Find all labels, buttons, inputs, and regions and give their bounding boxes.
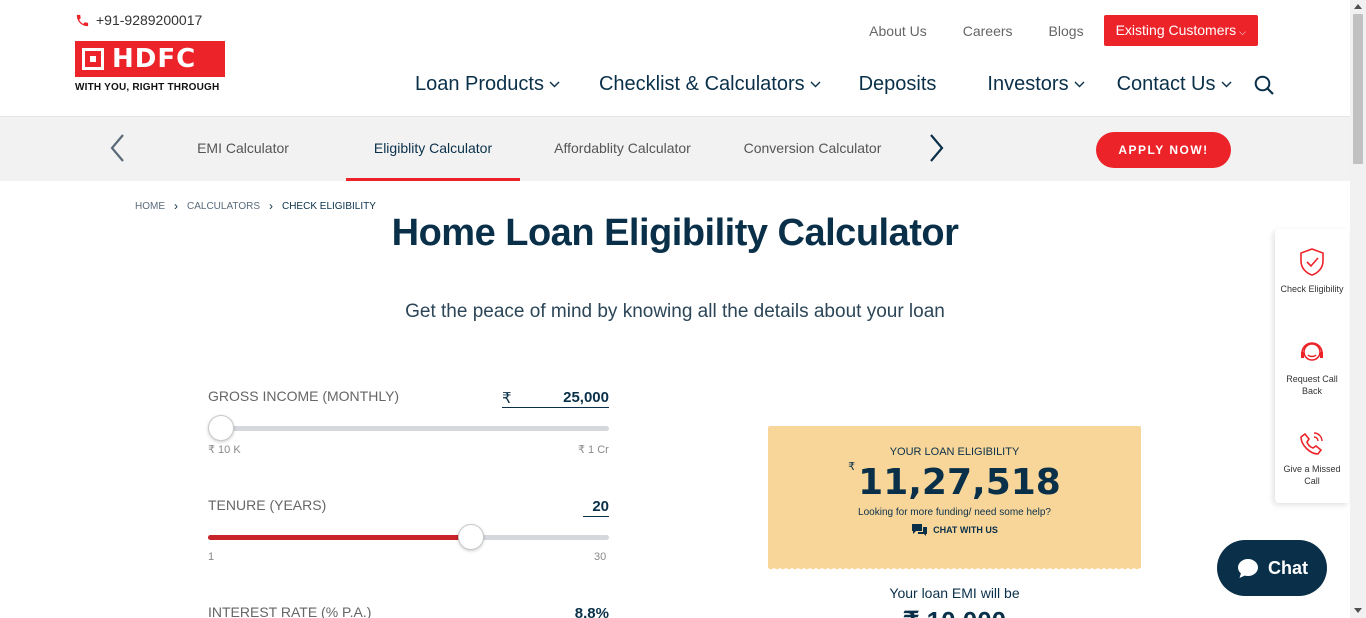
breadcrumb: HOME › CALCULATORS › CHECK ELIGIBILITY xyxy=(135,199,376,213)
emi-label: Your loan EMI will be xyxy=(889,585,1020,601)
nav-investors[interactable]: Investors xyxy=(987,73,1085,96)
tenure-label: TENURE (YEARS) xyxy=(208,497,327,513)
existing-customers-button[interactable]: Existing Customers ⌵ xyxy=(1103,15,1258,46)
logo-text: HDFC xyxy=(112,44,197,74)
about-us-link[interactable]: About Us xyxy=(869,23,927,39)
chevron-down-icon xyxy=(1221,81,1232,88)
nav-label: Deposits xyxy=(858,73,937,95)
top-links: About Us Careers Blogs Existing Customer… xyxy=(869,15,1258,46)
interest-label: INTEREST RATE (% P.A.) xyxy=(208,604,372,618)
phone-ring-icon xyxy=(1300,432,1323,455)
tab-affordability-calculator[interactable]: Affordablity Calculator xyxy=(545,117,700,181)
nav-loan-products[interactable]: Loan Products xyxy=(415,73,560,96)
tab-eligibility-calculator[interactable]: Eligiblity Calculator xyxy=(346,117,520,181)
chat-button-label: Chat xyxy=(1268,557,1308,578)
quick-actions-panel: Check Eligibility Request Call Back Give… xyxy=(1275,229,1349,503)
chat-with-us-label: CHAT WITH US xyxy=(933,525,998,535)
loan-eligibility-card: YOUR LOAN ELIGIBILITY ₹11,27,518 Looking… xyxy=(768,426,1141,572)
apply-now-button[interactable]: APPLY NOW! xyxy=(1096,132,1231,168)
missed-call-action[interactable]: Give a Missed Call xyxy=(1275,429,1349,487)
income-value: 25,000 xyxy=(563,389,609,406)
nav-checklist-calculators[interactable]: Checklist & Calculators xyxy=(599,73,821,96)
income-label: GROSS INCOME (MONTHLY) xyxy=(208,388,400,404)
tenure-slider-track[interactable] xyxy=(208,535,609,540)
phone-number: +91-9289200017 xyxy=(96,12,203,28)
logo-mark-icon xyxy=(82,48,104,70)
chat-bubble-icon xyxy=(1238,559,1258,578)
nav-label: Investors xyxy=(987,73,1069,95)
tenure-max-label: 30 xyxy=(594,551,607,563)
chat-with-us-link[interactable]: CHAT WITH US xyxy=(768,523,1141,537)
site-header: +91-9289200017 HDFC WITH YOU, RIGHT THRO… xyxy=(0,0,1350,117)
tenure-input[interactable]: 20 xyxy=(583,498,609,517)
interest-input[interactable]: 8.8% xyxy=(570,605,609,618)
chevron-right-icon: › xyxy=(174,199,178,213)
nav-deposits[interactable]: Deposits xyxy=(859,73,937,96)
card-zigzag-edge xyxy=(768,566,1141,572)
page-title: Home Loan Eligibility Calculator xyxy=(391,212,959,254)
tab-emi-calculator[interactable]: EMI Calculator xyxy=(172,117,314,181)
page-subtitle: Get the peace of mind by knowing all the… xyxy=(405,301,945,322)
logo-tagline: WITH YOU, RIGHT THROUGH xyxy=(75,82,220,93)
check-eligibility-label: Check Eligibility xyxy=(1280,284,1344,294)
income-min-label: ₹ 10 K xyxy=(208,444,241,456)
chevron-down-icon xyxy=(810,81,821,88)
existing-customers-label: Existing Customers xyxy=(1115,22,1237,38)
calculator-subnav: EMI Calculator Eligiblity Calculator Aff… xyxy=(0,117,1350,181)
funding-help-text: Looking for more funding/ need some help… xyxy=(858,507,1051,518)
tenure-min-label: 1 xyxy=(208,551,215,563)
eligibility-label: YOUR LOAN ELIGIBILITY xyxy=(889,446,1020,458)
phone-icon xyxy=(76,14,89,26)
hdfc-logo[interactable]: HDFC xyxy=(75,41,225,77)
income-max-label: ₹ 1 Cr xyxy=(578,444,609,456)
phone-link[interactable]: +91-9289200017 xyxy=(75,12,202,28)
tenure-slider-fill xyxy=(208,535,471,540)
chevron-right-icon: › xyxy=(268,199,273,213)
rupee-icon: ₹ xyxy=(502,390,512,407)
nav-label: Checklist & Calculators xyxy=(598,73,805,95)
chevron-down-icon xyxy=(1074,81,1085,88)
shield-check-icon xyxy=(1300,248,1324,276)
chevron-left-icon[interactable] xyxy=(108,133,128,163)
chat-bubble-icon xyxy=(912,524,928,536)
breadcrumb-calculators[interactable]: CALCULATORS xyxy=(187,201,260,212)
rupee-icon: ₹ xyxy=(848,460,856,473)
scrollbar-thumb[interactable] xyxy=(1353,14,1363,164)
chat-button[interactable]: Chat xyxy=(1217,540,1327,596)
scroll-down-arrow-icon[interactable] xyxy=(1354,608,1362,613)
page-scrollbar[interactable] xyxy=(1350,0,1366,618)
headset-agent-icon xyxy=(1301,342,1323,361)
eligibility-amount: ₹11,27,518 xyxy=(768,460,1141,503)
search-icon[interactable] xyxy=(1254,75,1274,95)
nav-label: Loan Products xyxy=(415,73,544,95)
missed-call-label: Give a Missed Call xyxy=(1283,464,1341,486)
careers-link[interactable]: Careers xyxy=(963,23,1013,39)
tenure-slider-handle[interactable] xyxy=(458,524,484,550)
blogs-link[interactable]: Blogs xyxy=(1049,23,1084,39)
eligibility-value: 11,27,518 xyxy=(858,462,1061,503)
chevron-down-icon: ⌵ xyxy=(1239,27,1246,37)
breadcrumb-current: CHECK ELIGIBILITY xyxy=(281,200,376,212)
breadcrumb-home[interactable]: HOME xyxy=(135,201,165,212)
request-call-back-label: Request Call Back xyxy=(1286,374,1338,396)
chevron-right-icon[interactable] xyxy=(926,133,946,163)
emi-value: ₹ 10,000 xyxy=(768,606,1141,618)
request-call-back-action[interactable]: Request Call Back xyxy=(1275,339,1349,397)
main-nav: Loan Products Checklist & Calculators De… xyxy=(415,73,1232,96)
scroll-up-arrow-icon[interactable] xyxy=(1354,4,1362,9)
check-eligibility-action[interactable]: Check Eligibility xyxy=(1275,247,1349,295)
nav-label: Contact Us xyxy=(1116,73,1216,95)
nav-contact-us[interactable]: Contact Us xyxy=(1117,73,1232,96)
income-slider-handle[interactable] xyxy=(208,415,234,441)
tab-conversion-calculator[interactable]: Conversion Calculator xyxy=(735,117,890,181)
chevron-down-icon xyxy=(549,81,560,88)
income-slider-track[interactable] xyxy=(208,426,609,431)
income-input[interactable]: ₹ 25,000 xyxy=(502,389,609,408)
